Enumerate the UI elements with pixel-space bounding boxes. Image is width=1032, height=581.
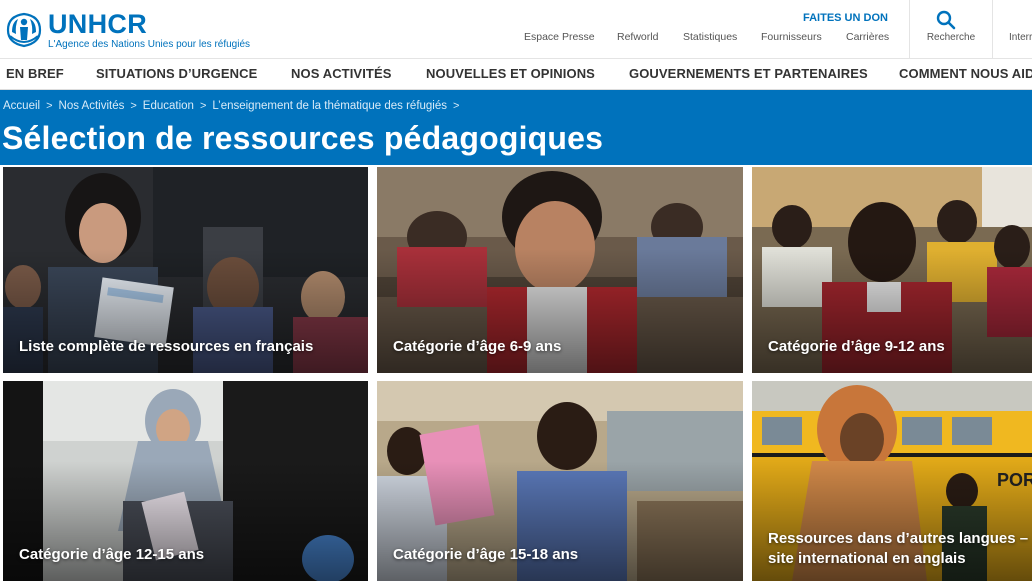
breadcrumb-separator: > [199, 100, 207, 112]
header-divider [992, 0, 993, 58]
tile-label: Catégorie d’âge 12-15 ans [19, 546, 205, 563]
page-title: Sélection de ressources pédagogiques [2, 120, 604, 156]
unhcr-logo[interactable]: UNHCR L'Agence des Nations Unies pour le… [4, 10, 250, 50]
breadcrumb-nos-activites[interactable]: Nos Activités [59, 100, 125, 112]
site-header: UNHCR L'Agence des Nations Unies pour le… [0, 0, 1032, 59]
nav-item-nos-activites[interactable]: NOS ACTIVITÉS [291, 66, 392, 81]
breadcrumb-separator: > [453, 100, 460, 112]
main-nav: EN BREF SITUATIONS D’URGENCE NOS ACTIVIT… [0, 59, 1032, 90]
unhcr-emblem-icon [6, 12, 42, 48]
util-link-international[interactable]: Interr [1009, 32, 1032, 43]
nav-item-gouvernements-partenaires[interactable]: GOUVERNEMENTS ET PARTENAIRES [629, 66, 868, 81]
search-button[interactable]: Recherche [910, 0, 992, 58]
tile-label: Catégorie d’âge 15-18 ans [393, 546, 579, 563]
util-link-fournisseurs[interactable]: Fournisseurs [761, 31, 822, 43]
tile-autres-langues[interactable]: PORT Ressources dans d’autres langues – … [752, 381, 1032, 581]
tile-age-12-15[interactable]: Catégorie d’âge 12-15 ans [3, 381, 368, 581]
brand-tagline: L'Agence des Nations Unies pour les réfu… [48, 39, 251, 50]
tile-age-15-18[interactable]: Catégorie d’âge 15-18 ans [377, 381, 743, 581]
breadcrumb-enseignement[interactable]: L’enseignement de la thématique des réfu… [212, 100, 447, 112]
util-link-refworld[interactable]: Refworld [617, 31, 658, 43]
util-link-statistiques[interactable]: Statistiques [683, 31, 737, 43]
tile-liste-complete[interactable]: Liste complète de ressources en français [3, 167, 368, 373]
breadcrumb-education[interactable]: Education [143, 100, 194, 112]
tile-label: Liste complète de ressources en français [19, 338, 314, 355]
resource-tiles: Liste complète de ressources en français… [0, 165, 1032, 581]
tile-age-9-12[interactable]: Catégorie d’âge 9-12 ans [752, 167, 1032, 373]
util-link-carrieres[interactable]: Carrières [846, 31, 889, 43]
search-icon [936, 10, 956, 30]
brand-name: UNHCR [48, 9, 147, 39]
tile-label: Catégorie d’âge 9-12 ans [768, 338, 945, 355]
nav-item-nouvelles-opinions[interactable]: NOUVELLES ET OPINIONS [426, 66, 595, 81]
breadcrumb-accueil[interactable]: Accueil [3, 100, 40, 112]
nav-item-comment-nous-aider[interactable]: COMMENT NOUS AIDER [899, 66, 1032, 81]
tile-label: Catégorie d’âge 6-9 ans [393, 338, 562, 355]
tile-label-line-2: site international en anglais [768, 550, 966, 567]
page-hero: Accueil > Nos Activités > Education > L’enseig… [0, 90, 1032, 165]
breadcrumb-separator: > [130, 100, 137, 112]
nav-item-situations-urgence[interactable]: SITUATIONS D’URGENCE [96, 66, 257, 81]
breadcrumb: Accueil > Nos Activités > Education > L’enseig… [3, 100, 465, 112]
breadcrumb-separator: > [46, 100, 53, 112]
tile-label-line-1: Ressources dans d’autres langues – [768, 530, 1029, 547]
tile-age-6-9[interactable]: Catégorie d’âge 6-9 ans [377, 167, 743, 373]
search-label: Recherche [926, 32, 976, 43]
donate-link[interactable]: FAITES UN DON [803, 12, 888, 24]
nav-item-en-bref[interactable]: EN BREF [6, 66, 64, 81]
tile-label: Ressources dans d’autres langues – site … [768, 529, 1028, 569]
util-link-espace-presse[interactable]: Espace Presse [524, 31, 595, 43]
